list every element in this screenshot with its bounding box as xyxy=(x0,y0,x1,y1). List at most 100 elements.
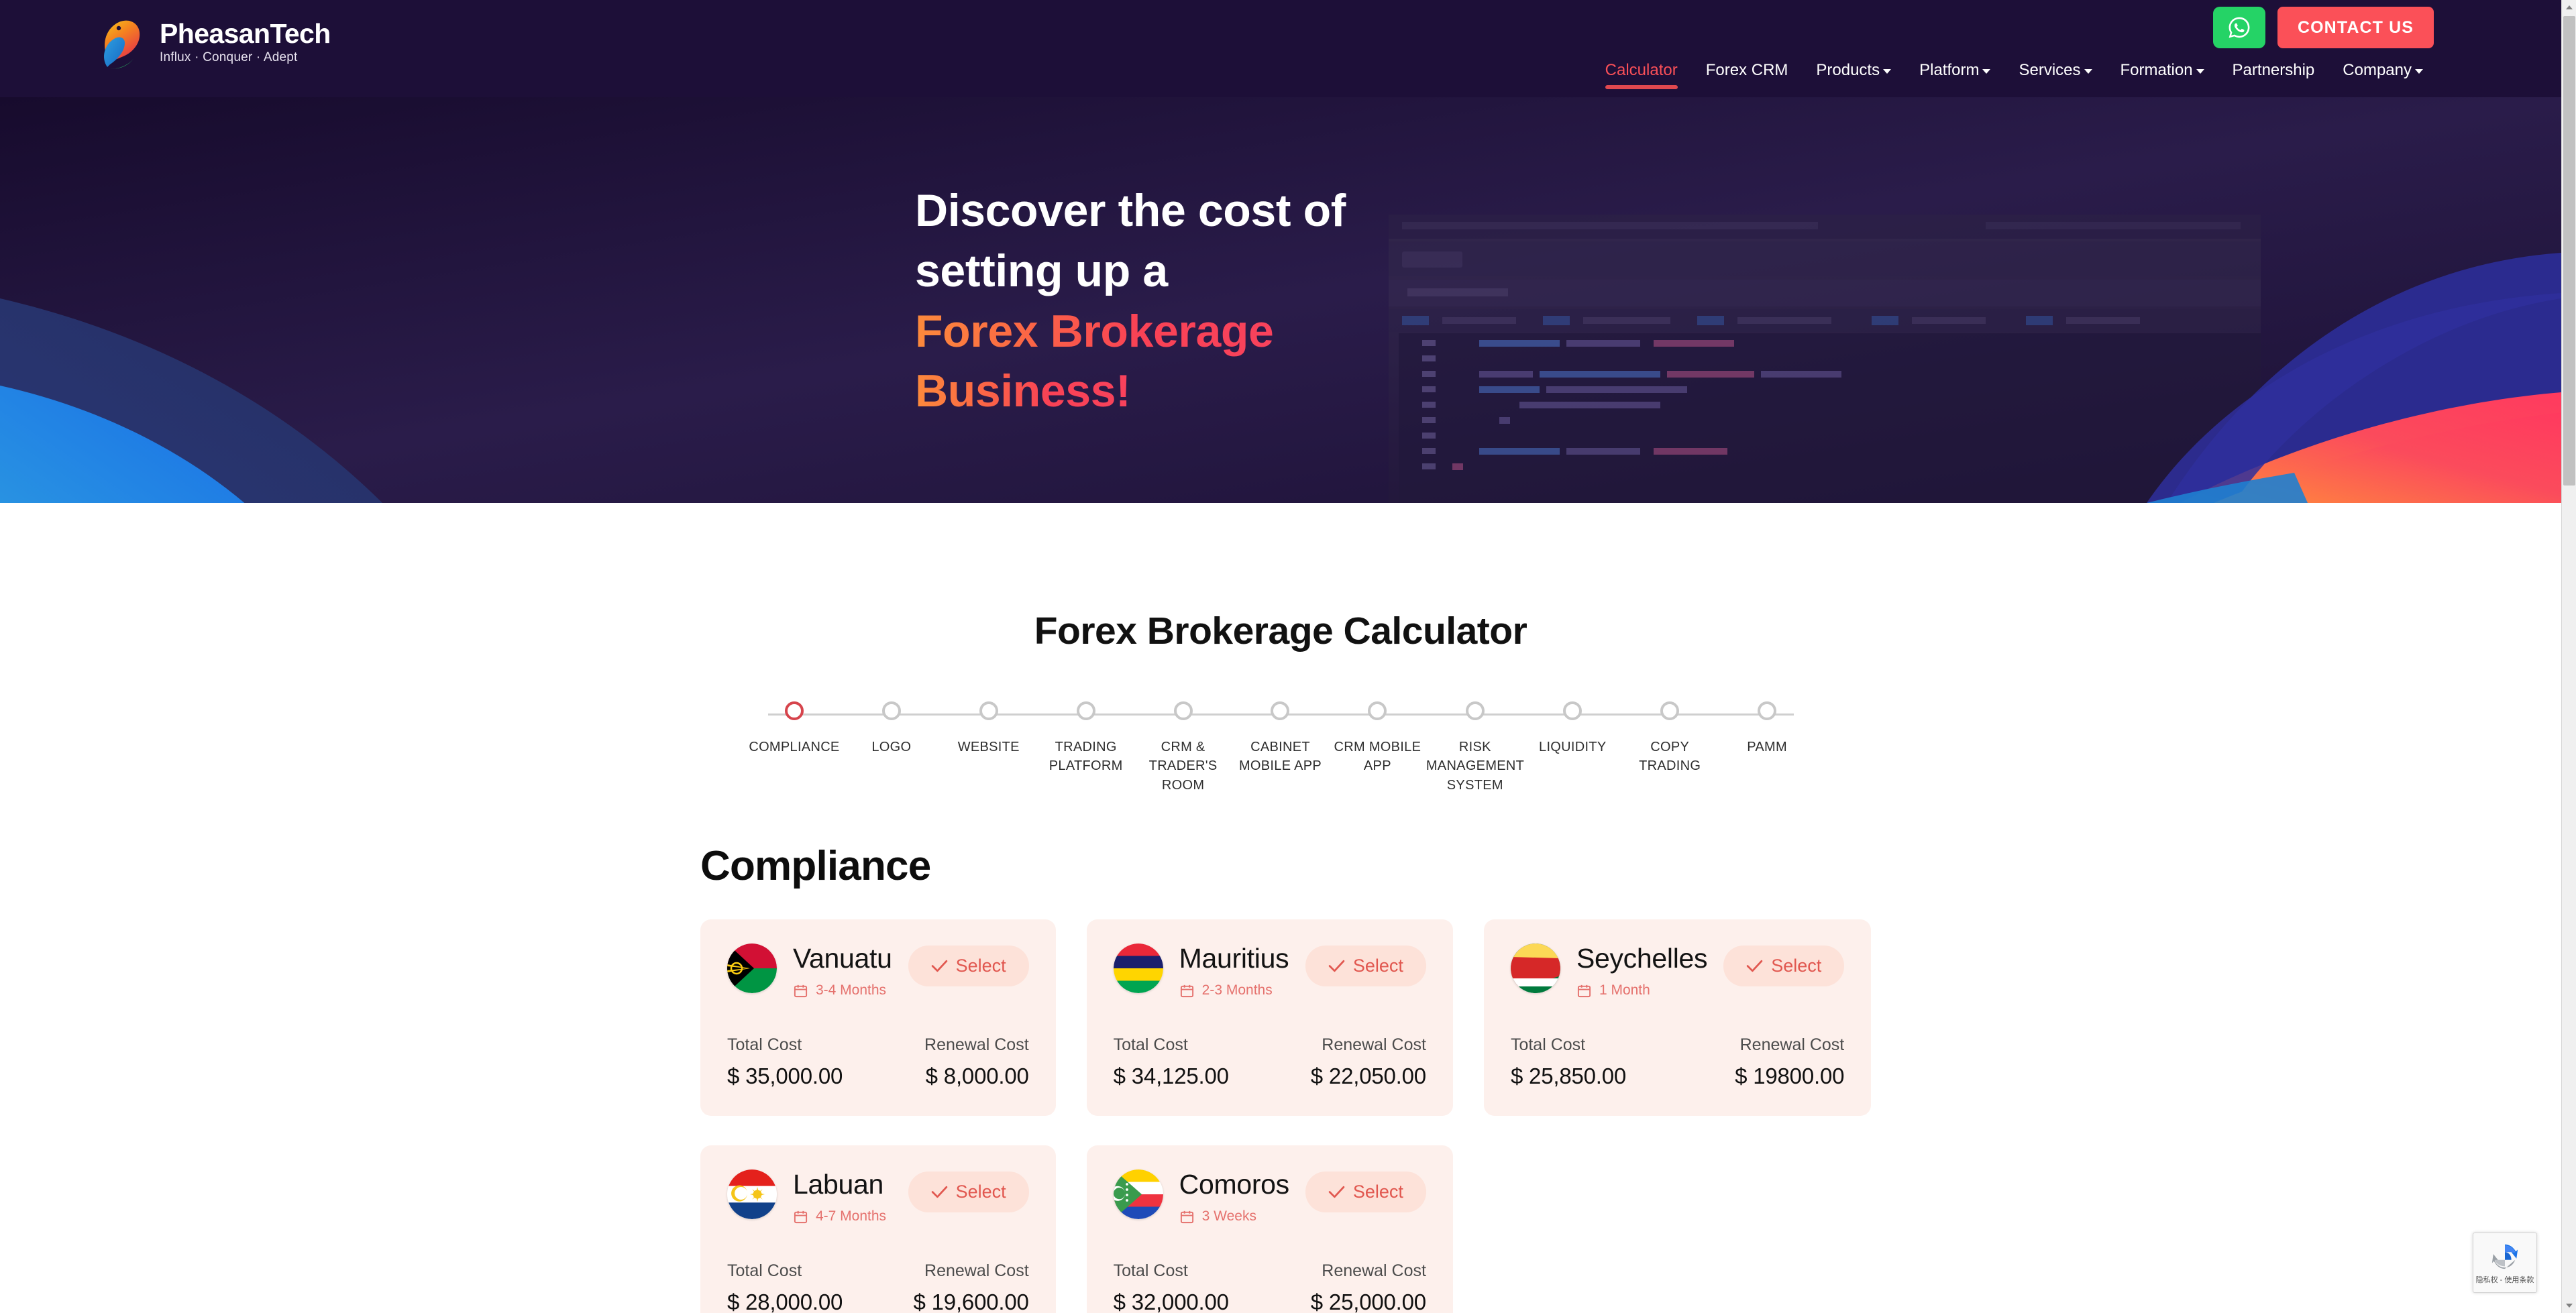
step-cabinet-mobile-app[interactable]: CABINET MOBILE APP xyxy=(1232,701,1329,795)
brand-logo[interactable]: PheasanTech Influx · Conquer · Adept xyxy=(99,15,331,70)
scroll-up-arrow[interactable] xyxy=(2562,0,2576,15)
hero-line-2: setting up a xyxy=(915,245,1168,296)
step-label: COMPLIANCE xyxy=(749,740,840,754)
renewal-cost-label: Renewal Cost xyxy=(1739,1035,1845,1055)
nav-label: Calculator xyxy=(1605,61,1678,79)
jurisdiction-card-mauritius[interactable]: Mauritius 2-3 Months Select Total Cost $… xyxy=(1086,919,1453,1117)
step-label: WEBSITE xyxy=(957,740,1020,754)
renewal-cost-block: Renewal Cost $ 25,000.00 xyxy=(1311,1261,1426,1313)
check-icon xyxy=(931,1186,947,1198)
select-label: Select xyxy=(1352,1182,1403,1202)
whatsapp-button[interactable] xyxy=(2212,7,2265,48)
step-crm-mobile-app[interactable]: CRM MOBILE APP xyxy=(1329,701,1426,795)
step-dot-icon xyxy=(1563,701,1582,720)
select-button-seychelles[interactable]: Select xyxy=(1723,946,1845,986)
renewal-cost-block: Renewal Cost $ 22,050.00 xyxy=(1311,1035,1426,1089)
nav-item-products[interactable]: Products xyxy=(1802,62,1905,88)
step-label: CABINET MOBILE APP xyxy=(1238,740,1322,774)
flag-seychelles-icon xyxy=(1510,944,1560,993)
step-label: LOGO xyxy=(871,740,912,754)
check-icon xyxy=(1328,960,1345,972)
select-button-comoros[interactable]: Select xyxy=(1305,1172,1426,1213)
step-pamm[interactable]: PAMM xyxy=(1719,701,1816,795)
nav-item-calculator[interactable]: Calculator xyxy=(1591,61,1692,89)
total-cost-value: $ 35,000.00 xyxy=(727,1064,843,1089)
triangle-up-icon xyxy=(2566,5,2573,9)
hero-content: Discover the cost of setting up a Forex … xyxy=(204,97,2357,503)
total-cost-block: Total Cost $ 28,000.00 xyxy=(727,1261,843,1313)
site-header: PheasanTech Influx · Conquer · Adept CON… xyxy=(0,0,2561,97)
jurisdiction-card-comoros[interactable]: Comoros 3 Weeks Select Total Cost $ 32,0… xyxy=(1086,1145,1453,1313)
step-label: CRM & TRADER'S ROOM xyxy=(1148,740,1218,793)
jurisdiction-name: Comoros xyxy=(1179,1169,1290,1200)
duration-text: 4-7 Months xyxy=(816,1208,887,1224)
nav-item-platform[interactable]: Platform xyxy=(1905,62,2004,88)
select-button-vanuatu[interactable]: Select xyxy=(908,946,1029,986)
renewal-cost-value: $ 25,000.00 xyxy=(1310,1290,1426,1313)
step-dot-icon xyxy=(1465,701,1485,720)
renewal-cost-value: $ 22,050.00 xyxy=(1310,1064,1426,1089)
step-label: LIQUIDITY xyxy=(1539,740,1607,754)
calendar-icon xyxy=(794,1210,808,1223)
vertical-scrollbar[interactable] xyxy=(2561,0,2576,1313)
jurisdiction-card-vanuatu[interactable]: Vanuatu 3-4 Months Select Total Cost $ 3… xyxy=(700,919,1056,1117)
step-label: CRM MOBILE APP xyxy=(1334,740,1421,774)
step-dot-icon xyxy=(1271,701,1290,720)
main-navigation: Calculator Forex CRM Products Platform S… xyxy=(1591,61,2437,89)
card-identity: Comoros 3 Weeks xyxy=(1179,1169,1290,1224)
card-costs: Total Cost $ 28,000.00 Renewal Cost $ 19… xyxy=(727,1261,1029,1313)
nav-item-formation[interactable]: Formation xyxy=(2106,62,2218,88)
select-button-mauritius[interactable]: Select xyxy=(1305,946,1426,986)
nav-item-company[interactable]: Company xyxy=(2328,62,2437,88)
section-title: Compliance xyxy=(700,843,931,889)
nav-label: Platform xyxy=(1919,61,1980,79)
recaptcha-icon xyxy=(2491,1244,2518,1269)
calendar-icon xyxy=(1577,984,1591,997)
header-actions: CONTACT US xyxy=(2212,7,2434,48)
renewal-cost-label: Renewal Cost xyxy=(1322,1261,1426,1281)
step-website[interactable]: WEBSITE xyxy=(940,701,1037,795)
select-button-labuan[interactable]: Select xyxy=(908,1172,1029,1213)
step-label: RISK MANAGEMENT SYSTEM xyxy=(1426,740,1525,793)
renewal-cost-value: $ 8,000.00 xyxy=(925,1064,1029,1089)
total-cost-block: Total Cost $ 25,850.00 xyxy=(1511,1035,1626,1089)
step-label: COPY TRADING xyxy=(1639,740,1701,774)
whatsapp-icon xyxy=(2229,17,2250,38)
card-costs: Total Cost $ 34,125.00 Renewal Cost $ 22… xyxy=(1114,1035,1426,1089)
contact-us-button[interactable]: CONTACT US xyxy=(2277,7,2434,48)
nav-label: Formation xyxy=(2120,61,2193,79)
calculator-section: Forex Brokerage Calculator COMPLIANCE LO… xyxy=(0,503,2561,1313)
chevron-down-icon xyxy=(1982,68,1991,74)
step-trading-platform[interactable]: TRADING PLATFORM xyxy=(1037,701,1134,795)
flag-labuan-icon xyxy=(727,1169,777,1220)
step-logo[interactable]: LOGO xyxy=(843,701,940,795)
jurisdiction-card-seychelles[interactable]: Seychelles 1 Month Select Total Cost $ 2… xyxy=(1483,919,1872,1117)
renewal-cost-label: Renewal Cost xyxy=(924,1035,1029,1055)
chevron-down-icon xyxy=(1883,68,1892,74)
step-dot-icon xyxy=(881,701,901,720)
nav-item-forex-crm[interactable]: Forex CRM xyxy=(1692,62,1803,88)
scroll-down-arrow[interactable] xyxy=(2562,1298,2576,1313)
scrollbar-thumb[interactable] xyxy=(2563,16,2575,486)
select-label: Select xyxy=(955,1182,1006,1202)
calendar-icon xyxy=(794,984,808,997)
step-liquidity[interactable]: LIQUIDITY xyxy=(1524,701,1621,795)
step-compliance[interactable]: COMPLIANCE xyxy=(746,701,843,795)
total-cost-value: $ 34,125.00 xyxy=(1113,1064,1229,1089)
browser-viewport: PheasanTech Influx · Conquer · Adept CON… xyxy=(0,0,2576,1313)
check-icon xyxy=(1746,960,1763,972)
renewal-cost-label: Renewal Cost xyxy=(1322,1035,1426,1055)
nav-label: Products xyxy=(1816,61,1880,79)
jurisdiction-name: Vanuatu xyxy=(793,943,892,974)
nav-item-services[interactable]: Services xyxy=(2004,62,2106,88)
select-label: Select xyxy=(1352,956,1403,976)
nav-item-partnership[interactable]: Partnership xyxy=(2218,62,2329,88)
recaptcha-badge[interactable]: 隐私权 - 使用条款 xyxy=(2473,1233,2537,1293)
nav-label: Forex CRM xyxy=(1705,61,1788,79)
jurisdiction-duration: 4-7 Months xyxy=(793,1208,892,1224)
step-risk-management-system[interactable]: RISK MANAGEMENT SYSTEM xyxy=(1426,701,1524,795)
step-copy-trading[interactable]: COPY TRADING xyxy=(1621,701,1719,795)
step-crm-traders-room[interactable]: CRM & TRADER'S ROOM xyxy=(1134,701,1232,795)
jurisdiction-card-labuan[interactable]: Labuan 4-7 Months Select Total Cost $ 28… xyxy=(700,1145,1056,1313)
total-cost-label: Total Cost xyxy=(1113,1035,1188,1055)
